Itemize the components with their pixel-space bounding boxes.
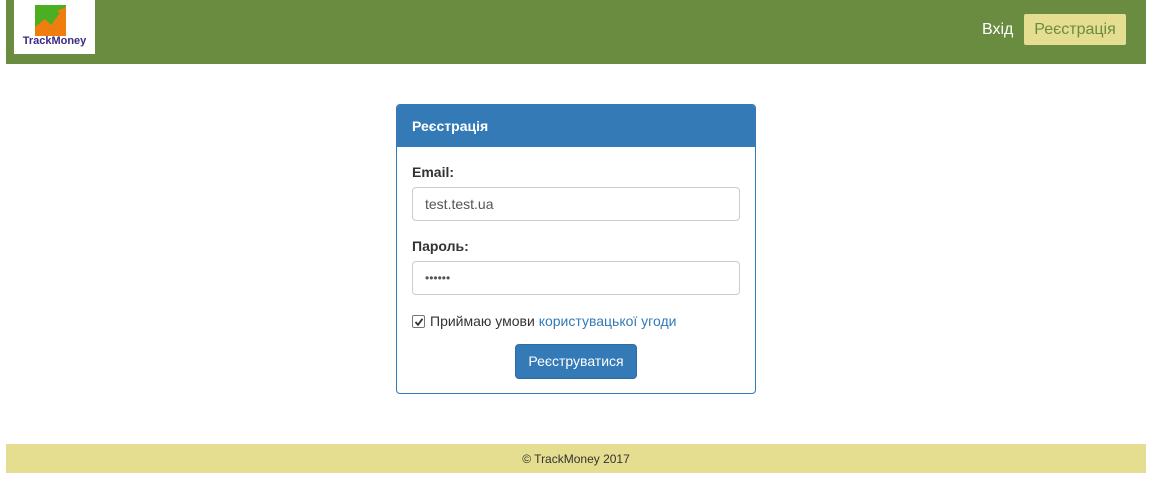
register-submit-button[interactable]: Реєструватися [515,344,637,379]
top-navbar: TrackMoney Вхід Реєстрація [6,0,1146,64]
checkmark-icon [414,318,424,327]
password-field[interactable]: •••••• [412,261,740,295]
logo-text: TrackMoney [22,35,87,47]
user-agreement-link[interactable]: користувацької угоди [539,313,677,329]
footer: © TrackMoney 2017 [6,444,1146,473]
agree-checkbox[interactable] [412,315,425,328]
panel-title: Реєстрація [397,105,755,147]
email-label: Email: [412,164,455,180]
agree-text: Приймаю умови [430,313,535,329]
trackmoney-logo[interactable]: TrackMoney [14,0,95,54]
nav-register-button[interactable]: Реєстрація [1024,14,1126,45]
footer-copyright: © TrackMoney 2017 [522,452,630,466]
nav-login-link[interactable]: Вхід [982,14,1013,46]
agree-row: Приймаю умови користувацької угоди [412,312,676,330]
registration-panel: Реєстрація Email: test.test.ua Пароль: •… [396,104,756,394]
email-field[interactable]: test.test.ua [412,187,740,221]
password-label: Пароль: [412,238,469,254]
chart-logo-icon [35,5,66,36]
